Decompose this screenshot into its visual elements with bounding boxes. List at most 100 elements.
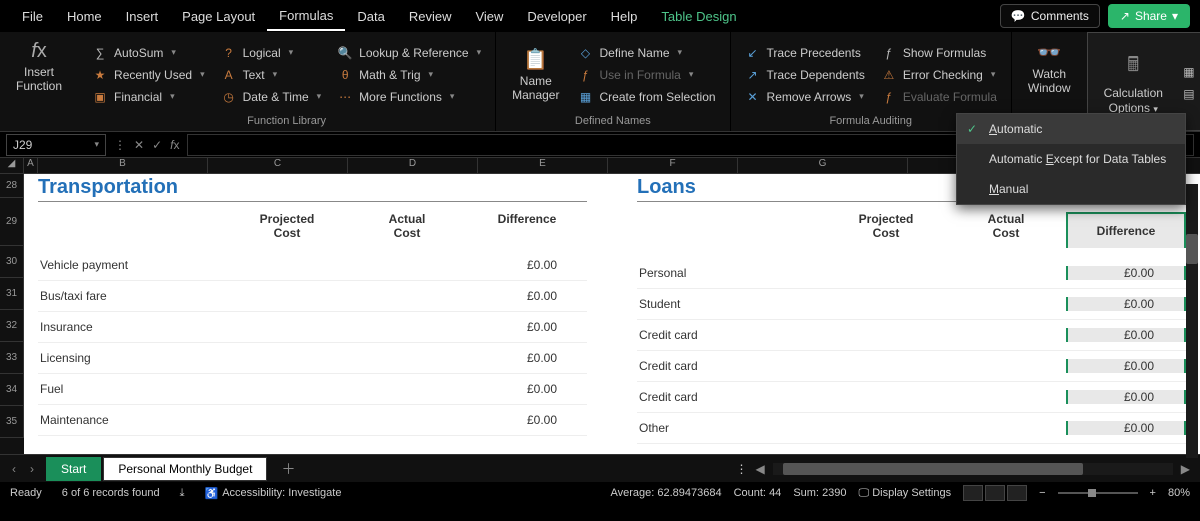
row-header-31[interactable]: 31 xyxy=(0,278,24,310)
row-header-28[interactable]: 28 xyxy=(0,174,24,198)
table-row[interactable]: Licensing£0.00 xyxy=(38,343,587,374)
table-row[interactable]: Credit card£0.00 xyxy=(637,382,1186,413)
projected-cell[interactable] xyxy=(826,421,946,435)
logical-button[interactable]: ?Logical▾ xyxy=(217,44,326,62)
table-row[interactable]: Other£0.00 xyxy=(637,413,1186,444)
actual-cell[interactable] xyxy=(946,390,1066,404)
display-settings-button[interactable]: 🖵 Display Settings xyxy=(859,487,952,500)
table-row[interactable]: Bus/taxi fare£0.00 xyxy=(38,281,587,312)
actual-cell[interactable] xyxy=(946,359,1066,373)
actual-cell[interactable] xyxy=(347,413,467,427)
remove-arrows-button[interactable]: ✕Remove Arrows▾ xyxy=(741,88,869,106)
column-header-f[interactable]: F xyxy=(608,158,738,173)
view-page-break-button[interactable] xyxy=(1007,485,1027,501)
table-row[interactable]: Credit card£0.00 xyxy=(637,351,1186,382)
tab-data[interactable]: Data xyxy=(345,3,396,30)
tab-review[interactable]: Review xyxy=(397,3,464,30)
chevron-down-icon[interactable]: ▾ xyxy=(171,47,176,58)
chevron-down-icon[interactable]: ▾ xyxy=(200,69,205,80)
cancel-formula-icon[interactable]: ✕ xyxy=(134,138,144,152)
scrollbar-thumb[interactable] xyxy=(1186,234,1198,264)
projected-cell[interactable] xyxy=(826,266,946,280)
calc-auto-except-item[interactable]: Automatic Except for Data Tables xyxy=(957,144,1185,174)
text-button[interactable]: AText▾ xyxy=(217,66,326,84)
horizontal-scrollbar[interactable] xyxy=(773,463,1173,475)
chevron-down-icon[interactable]: ▾ xyxy=(273,69,278,80)
row-header-29[interactable]: 29 xyxy=(0,198,24,246)
tab-home[interactable]: Home xyxy=(55,3,114,30)
tab-page-layout[interactable]: Page Layout xyxy=(170,3,267,30)
column-header-c[interactable]: C xyxy=(208,158,348,173)
financial-button[interactable]: ▣Financial▾ xyxy=(88,88,209,106)
lookup-reference-button[interactable]: 🔍Lookup & Reference▾ xyxy=(333,44,485,62)
share-button[interactable]: ↗ Share ▾ xyxy=(1108,4,1190,28)
projected-cell[interactable] xyxy=(227,258,347,272)
view-page-layout-button[interactable] xyxy=(985,485,1005,501)
watch-window-button[interactable]: 👓 WatchWindow xyxy=(1022,36,1077,100)
tab-help[interactable]: Help xyxy=(599,3,650,30)
projected-cell[interactable] xyxy=(227,351,347,365)
column-header-d[interactable]: D xyxy=(348,158,478,173)
zoom-slider[interactable] xyxy=(1058,492,1138,494)
actual-cell[interactable] xyxy=(347,320,467,334)
actual-cell[interactable] xyxy=(347,289,467,303)
tab-view[interactable]: View xyxy=(463,3,515,30)
table-row[interactable]: Fuel£0.00 xyxy=(38,374,587,405)
show-formulas-button[interactable]: ƒShow Formulas xyxy=(877,44,1001,62)
chevron-down-icon[interactable]: ▾ xyxy=(170,91,175,102)
sheet-nav-next[interactable]: › xyxy=(30,462,34,476)
spreadsheet-grid[interactable]: 28 29 30 31 32 33 34 35 Transportation P… xyxy=(0,174,1200,454)
chevron-down-icon[interactable]: ▾ xyxy=(859,91,864,102)
fx-icon[interactable]: fx xyxy=(170,138,179,152)
projected-cell[interactable] xyxy=(227,289,347,303)
chevron-down-icon[interactable]: ▾ xyxy=(477,47,482,58)
projected-cell[interactable] xyxy=(826,297,946,311)
row-header-35[interactable]: 35 xyxy=(0,406,24,438)
tab-insert[interactable]: Insert xyxy=(114,3,171,30)
actual-cell[interactable] xyxy=(347,258,467,272)
actual-cell[interactable] xyxy=(946,328,1066,342)
view-normal-button[interactable] xyxy=(963,485,983,501)
name-box[interactable]: J29 ▾ xyxy=(6,134,106,156)
date-time-button[interactable]: ◷Date & Time▾ xyxy=(217,88,326,106)
sheet-nav-prev[interactable]: ‹ xyxy=(12,462,16,476)
row-header-32[interactable]: 32 xyxy=(0,310,24,342)
vertical-scrollbar[interactable] xyxy=(1186,184,1198,458)
projected-cell[interactable] xyxy=(227,413,347,427)
chevron-down-icon[interactable]: ▾ xyxy=(991,69,996,80)
actual-cell[interactable] xyxy=(347,351,467,365)
tab-table-design[interactable]: Table Design xyxy=(649,3,748,30)
actual-cell[interactable] xyxy=(347,382,467,396)
zoom-level[interactable]: 80% xyxy=(1168,487,1190,499)
tab-formulas[interactable]: Formulas xyxy=(267,2,345,31)
scrollbar-thumb[interactable] xyxy=(783,463,1083,475)
chevron-down-icon[interactable]: ▾ xyxy=(289,47,294,58)
select-all-corner[interactable]: ◢ xyxy=(0,158,24,173)
zoom-out-button[interactable]: − xyxy=(1039,487,1045,499)
chevron-down-icon[interactable]: ▾ xyxy=(317,91,322,102)
projected-cell[interactable] xyxy=(826,359,946,373)
math-trig-button[interactable]: θMath & Trig▾ xyxy=(333,66,485,84)
projected-cell[interactable] xyxy=(227,382,347,396)
column-header-b[interactable]: B xyxy=(38,158,208,173)
calculate-now-button[interactable]: ▦ xyxy=(1177,63,1200,81)
chevron-down-icon[interactable]: ▾ xyxy=(429,69,434,80)
chevron-down-icon[interactable]: ▾ xyxy=(94,139,99,150)
column-header-e[interactable]: E xyxy=(478,158,608,173)
sheet-tab-start[interactable]: Start xyxy=(46,457,101,481)
chevron-down-icon[interactable]: ▾ xyxy=(450,91,455,102)
name-manager-button[interactable]: 📋 NameManager xyxy=(506,36,565,113)
trace-dependents-button[interactable]: ↗Trace Dependents xyxy=(741,66,869,84)
error-checking-button[interactable]: ⚠Error Checking▾ xyxy=(877,66,1001,84)
zoom-in-button[interactable]: + xyxy=(1150,487,1156,499)
table-row[interactable]: Personal£0.00 xyxy=(637,258,1186,289)
define-name-button[interactable]: ◇Define Name▾ xyxy=(573,44,719,62)
column-header-a[interactable]: A xyxy=(24,158,38,173)
table-row[interactable]: Insurance£0.00 xyxy=(38,312,587,343)
projected-cell[interactable] xyxy=(227,320,347,334)
comments-button[interactable]: 💬 Comments xyxy=(1000,4,1100,28)
hscroll-right[interactable]: ▶ xyxy=(1181,462,1190,476)
row-header-34[interactable]: 34 xyxy=(0,374,24,406)
calc-automatic-item[interactable]: Automatic xyxy=(957,114,1185,144)
table-row[interactable]: Maintenance£0.00 xyxy=(38,405,587,436)
